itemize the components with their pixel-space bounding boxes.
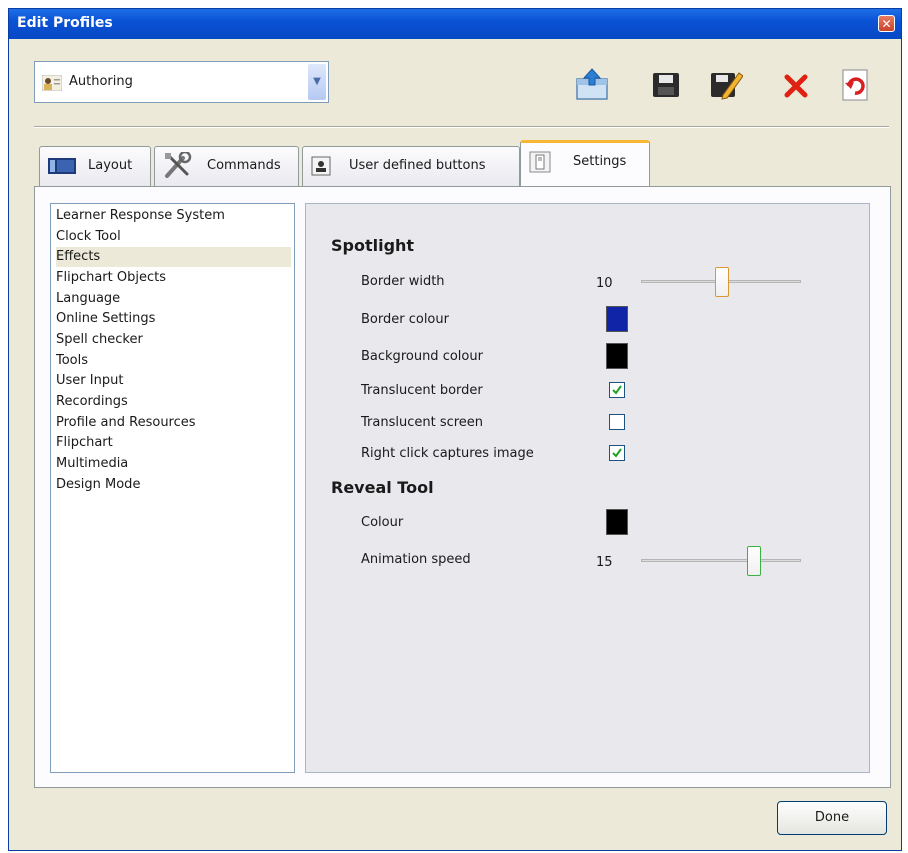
border-width-label: Border width bbox=[361, 274, 445, 289]
list-item[interactable]: Multimedia bbox=[56, 454, 291, 474]
tab-layout[interactable]: Layout bbox=[39, 146, 151, 186]
right-click-captures-checkbox[interactable] bbox=[609, 445, 625, 461]
chevron-down-icon[interactable]: ▼ bbox=[308, 64, 326, 100]
rename-icon[interactable] bbox=[709, 67, 744, 101]
delete-icon[interactable] bbox=[779, 67, 813, 101]
save-icon[interactable] bbox=[649, 67, 683, 101]
refresh-icon[interactable] bbox=[839, 67, 873, 101]
translucent-screen-label: Translucent screen bbox=[361, 415, 484, 430]
reveal-colour-label: Colour bbox=[361, 515, 404, 530]
tab-label: User defined buttons bbox=[349, 158, 486, 173]
border-width-value: 10 bbox=[596, 276, 613, 291]
border-colour-swatch[interactable] bbox=[606, 306, 628, 332]
profile-icon bbox=[41, 74, 63, 92]
settings-category-list[interactable]: Learner Response System Clock Tool Effec… bbox=[50, 203, 295, 773]
profile-select-value: Authoring bbox=[69, 74, 133, 89]
animation-speed-slider[interactable] bbox=[641, 546, 801, 576]
user-button-icon bbox=[311, 156, 333, 176]
tab-settings[interactable]: Settings bbox=[520, 140, 650, 188]
slider-thumb[interactable] bbox=[715, 267, 729, 297]
slider-thumb[interactable] bbox=[747, 546, 761, 576]
tab-user-defined-buttons[interactable]: User defined buttons bbox=[302, 146, 520, 186]
list-item[interactable]: Spell checker bbox=[56, 330, 291, 350]
background-colour-label: Background colour bbox=[361, 349, 483, 364]
profile-select[interactable]: Authoring ▼ bbox=[34, 61, 329, 103]
tools-icon bbox=[163, 150, 192, 178]
effects-settings-panel: Spotlight Border width 10 Border colour … bbox=[305, 203, 870, 773]
border-colour-label: Border colour bbox=[361, 312, 449, 327]
title-bar[interactable]: Edit Profiles ✕ bbox=[9, 9, 901, 39]
close-icon[interactable]: ✕ bbox=[878, 15, 895, 32]
spotlight-heading: Spotlight bbox=[331, 236, 415, 255]
list-item[interactable]: User Input bbox=[56, 371, 291, 391]
list-item-selected[interactable]: Effects bbox=[56, 247, 291, 267]
reveal-colour-swatch[interactable] bbox=[606, 509, 628, 535]
window-title: Edit Profiles bbox=[17, 15, 113, 31]
list-item[interactable]: Language bbox=[56, 289, 291, 309]
list-item[interactable]: Flipchart bbox=[56, 433, 291, 453]
settings-tab-panel: Learner Response System Clock Tool Effec… bbox=[34, 186, 891, 788]
tab-label: Settings bbox=[573, 154, 627, 169]
background-colour-swatch[interactable] bbox=[606, 343, 628, 369]
translucent-border-checkbox[interactable] bbox=[609, 382, 625, 398]
tab-label: Commands bbox=[207, 158, 281, 173]
border-width-slider[interactable] bbox=[641, 267, 801, 297]
layout-icon bbox=[48, 156, 76, 176]
tab-commands[interactable]: Commands bbox=[154, 146, 299, 186]
list-item[interactable]: Profile and Resources bbox=[56, 413, 291, 433]
export-icon[interactable] bbox=[575, 67, 609, 101]
list-item[interactable]: Clock Tool bbox=[56, 227, 291, 247]
settings-icon bbox=[529, 151, 551, 173]
edit-profiles-window: Edit Profiles ✕ Authoring ▼ Layout Comma… bbox=[8, 8, 902, 851]
translucent-screen-checkbox[interactable] bbox=[609, 414, 625, 430]
animation-speed-label: Animation speed bbox=[361, 552, 471, 567]
list-item[interactable]: Learner Response System bbox=[56, 206, 291, 226]
right-click-captures-label: Right click captures image bbox=[361, 446, 534, 461]
list-item[interactable]: Flipchart Objects bbox=[56, 268, 291, 288]
translucent-border-label: Translucent border bbox=[361, 383, 483, 398]
done-button[interactable]: Done bbox=[777, 801, 887, 835]
list-item[interactable]: Recordings bbox=[56, 392, 291, 412]
reveal-tool-heading: Reveal Tool bbox=[331, 478, 434, 497]
toolbar-separator bbox=[34, 126, 889, 128]
animation-speed-value: 15 bbox=[596, 555, 613, 570]
tab-label: Layout bbox=[88, 158, 133, 173]
list-item[interactable]: Tools bbox=[56, 351, 291, 371]
list-item[interactable]: Design Mode bbox=[56, 475, 291, 495]
list-item[interactable]: Online Settings bbox=[56, 309, 291, 329]
